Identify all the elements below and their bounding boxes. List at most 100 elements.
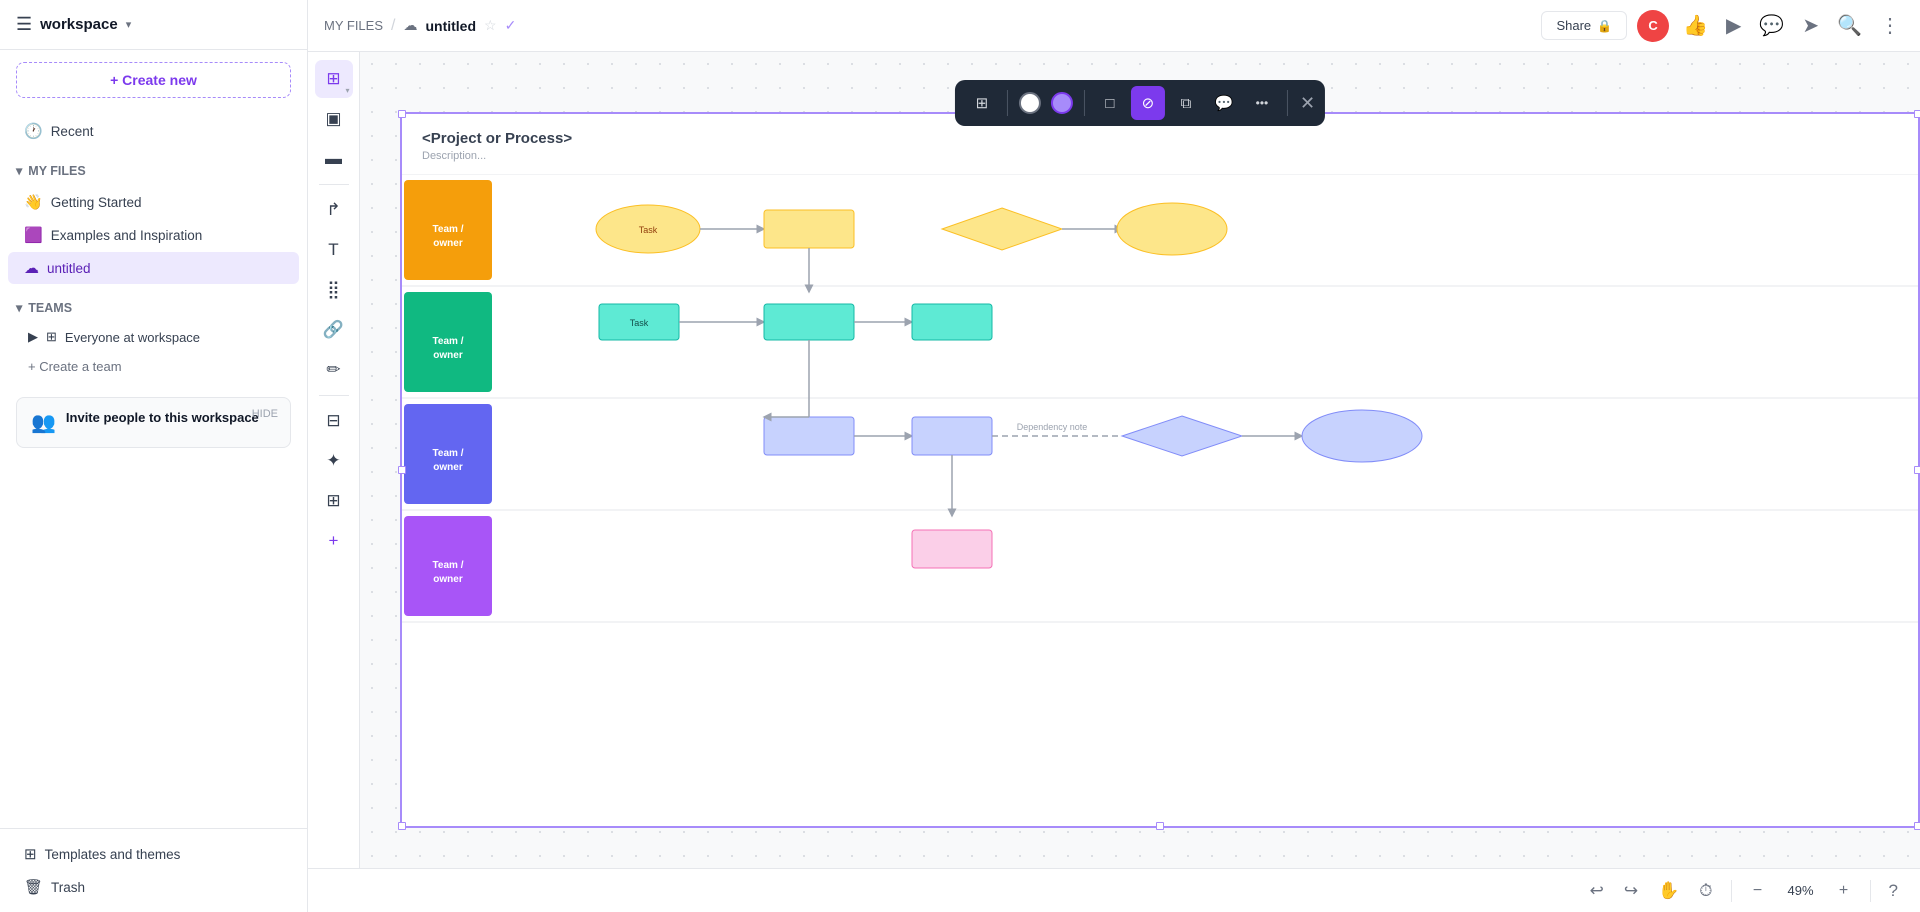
sidebar-item-templates[interactable]: ⊞ Templates and themes [8, 838, 299, 870]
tool-separator-2 [319, 395, 349, 396]
breadcrumb: MY FILES [324, 18, 383, 33]
svg-text:owner: owner [433, 462, 463, 473]
thumbs-up-icon[interactable]: 👍 [1679, 9, 1712, 42]
comment-icon[interactable]: 💬 [1755, 9, 1788, 42]
tool-arrow: ▾ [345, 86, 349, 95]
handle-bm[interactable] [1156, 822, 1164, 830]
handle-tl[interactable] [398, 110, 406, 118]
sidebar-item-getting-started[interactable]: 👋 Getting Started [8, 186, 299, 218]
tool-separator-1 [319, 184, 349, 185]
invite-card: 👥 Invite people to this workspace HIDE [16, 397, 291, 448]
sparkle-tool[interactable]: ✦ [315, 442, 353, 480]
add-tool[interactable]: + [315, 522, 353, 560]
sidebar-item-everyone[interactable]: ▶ ⊞ Everyone at workspace [0, 322, 307, 352]
help-button[interactable]: ? [1883, 877, 1904, 905]
hamburger-menu[interactable]: ☰ [16, 14, 32, 35]
frame-tool-wrapper: ⊞ ▾ [315, 60, 353, 98]
create-team-button[interactable]: + Create a team [0, 352, 307, 381]
template-tool[interactable]: ▣ [315, 100, 353, 138]
bottom-separator [1731, 880, 1732, 902]
sidebar-item-untitled[interactable]: ☁ untitled [8, 252, 299, 284]
sel-divider-1 [1007, 90, 1008, 116]
grid-tool[interactable]: ⣿ [315, 271, 353, 309]
video-icon[interactable]: ▶ [1722, 9, 1745, 42]
more-options-icon[interactable]: ⋮ [1876, 9, 1904, 42]
color-purple-btn[interactable] [1051, 92, 1073, 114]
text-tool[interactable]: T [315, 231, 353, 269]
search-icon[interactable]: 🔍 [1833, 9, 1866, 42]
bottom-separator-2 [1870, 880, 1871, 902]
svg-text:Dependency note: Dependency note [1017, 422, 1088, 432]
recent-section: 🕐 Recent [0, 110, 307, 152]
sel-duplicate-btn[interactable]: ⧉ [1169, 86, 1203, 120]
share-button[interactable]: Share 🔒 [1541, 11, 1627, 40]
undo-button[interactable]: ↩ [1584, 877, 1610, 905]
share-label: Share [1556, 18, 1591, 33]
sel-divider-3 [1287, 90, 1288, 116]
handle-bl[interactable] [398, 822, 406, 830]
color-white-btn[interactable] [1019, 92, 1041, 114]
sidebar-item-examples[interactable]: 🟪 Examples and Inspiration [8, 219, 299, 251]
star-icon[interactable]: ☆ [484, 17, 497, 34]
handle-tr[interactable] [1914, 110, 1920, 118]
check-icon: ✓ [505, 17, 517, 34]
sel-strikethrough-btn[interactable]: ⊘ [1131, 86, 1165, 120]
lock-icon: 🔒 [1597, 19, 1612, 33]
pan-button[interactable]: ✋ [1652, 877, 1685, 905]
text-bar-tool[interactable]: ▬ [315, 140, 353, 178]
topbar: MY FILES / ☁ untitled ☆ ✓ Share 🔒 C 👍 ▶ … [308, 0, 1920, 52]
canvas[interactable]: ⊞ □ ⊘ ⧉ 💬 ••• ✕ <Project or Process> Des… [360, 52, 1920, 868]
curve-tool[interactable]: ↱ [315, 191, 353, 229]
handle-br[interactable] [1914, 822, 1920, 830]
my-files-section: ▾ MY FILES 👋 Getting Started 🟪 Examples … [0, 152, 307, 289]
diagram: <Project or Process> Description... Team… [400, 112, 1920, 828]
sidebar-bottom: ⊞ Templates and themes 🗑 Trash [0, 828, 307, 912]
recent-icon: 🕐 [24, 122, 43, 140]
pencil-tool[interactable]: ✏ [315, 351, 353, 389]
sel-rect-btn[interactable]: □ [1093, 86, 1127, 120]
sel-more-btn[interactable]: ••• [1245, 86, 1279, 120]
bottom-bar: ↩ ↪ ✋ ⏱ − 49% + ? [308, 868, 1920, 912]
redo-button[interactable]: ↪ [1618, 877, 1644, 905]
my-files-caret: ▾ [16, 163, 22, 178]
diagram-subtitle: Description... [422, 150, 486, 162]
sel-comment-btn[interactable]: 💬 [1207, 86, 1241, 120]
untitled-cloud-icon: ☁ [24, 259, 39, 277]
expand-arrow: ▶ [28, 329, 38, 345]
sel-close-btn[interactable]: ✕ [1300, 93, 1315, 114]
svg-text:Team /: Team / [433, 336, 464, 347]
sidebar-item-recent[interactable]: 🕐 Recent [8, 115, 299, 147]
svg-text:owner: owner [433, 238, 463, 249]
link-tool[interactable]: 🔗 [315, 311, 353, 349]
left-toolbar: ⊞ ▾ ▣ ▬ ↱ T ⣿ 🔗 ✏ ⊟ ✦ ⊞ + [308, 52, 360, 868]
svg-text:Team /: Team / [433, 448, 464, 459]
everyone-icon: ⊞ [46, 329, 57, 345]
layout-tool[interactable]: ⊞ [315, 482, 353, 520]
my-files-header[interactable]: ▾ MY FILES [0, 156, 307, 185]
teams-caret: ▾ [16, 300, 22, 315]
zoom-level: 49% [1780, 883, 1822, 898]
invite-title: Invite people to this workspace [66, 410, 259, 425]
teams-header[interactable]: ▾ TEAMS [0, 293, 307, 322]
main-area: MY FILES / ☁ untitled ☆ ✓ Share 🔒 C 👍 ▶ … [308, 0, 1920, 912]
user-avatar[interactable]: C [1637, 10, 1669, 42]
flowchart-svg: Team / owner Team / owner Team / owner T… [402, 174, 1918, 826]
table-tool[interactable]: ⊟ [315, 402, 353, 440]
diagram-title: <Project or Process> [422, 130, 572, 147]
history-button[interactable]: ⏱ [1693, 877, 1718, 905]
svg-text:owner: owner [433, 350, 463, 361]
hide-button[interactable]: HIDE [252, 408, 278, 420]
handle-ml[interactable] [398, 466, 406, 474]
zoom-in-button[interactable]: + [1830, 877, 1858, 905]
invite-avatar-group: 👥 [31, 410, 56, 435]
handle-mr[interactable] [1914, 466, 1920, 474]
share-arrow-icon[interactable]: ➤ [1798, 9, 1823, 42]
sel-frames-btn[interactable]: ⊞ [965, 86, 999, 120]
examples-icon: 🟪 [24, 226, 43, 244]
file-cloud-icon: ☁ [403, 17, 417, 34]
sidebar-item-trash[interactable]: 🗑 Trash [8, 871, 299, 903]
sidebar: ☰ workspace ▾ + Create new 🕐 Recent ▾ MY… [0, 0, 308, 912]
create-new-button[interactable]: + Create new [16, 62, 291, 98]
zoom-out-button[interactable]: − [1744, 877, 1772, 905]
svg-text:Team /: Team / [433, 224, 464, 235]
